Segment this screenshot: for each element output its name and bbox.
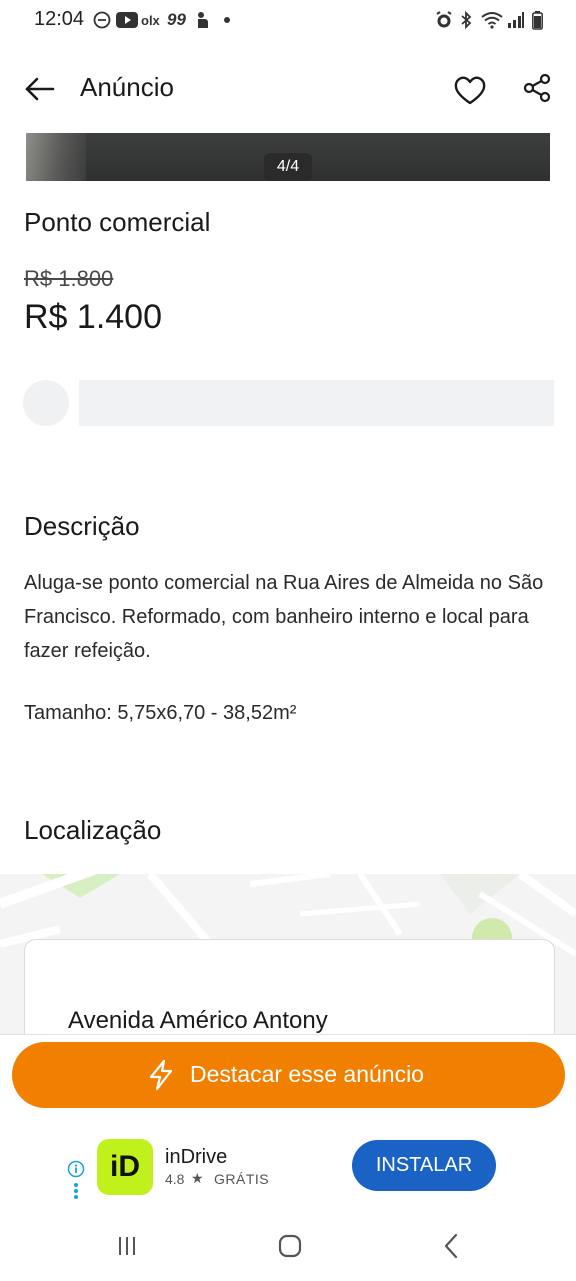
- app-icon-letters: iD: [110, 1150, 140, 1183]
- location-heading: Localização: [24, 815, 162, 845]
- description-size: Tamanho: 5,75x6,70 - 38,52m²: [24, 702, 297, 724]
- photo-wall-detail: [26, 133, 86, 181]
- signal-icon: [507, 10, 525, 30]
- description-text: Aluga-se ponto comercial na Rua Aires de…: [24, 572, 544, 662]
- share-icon[interactable]: [520, 73, 556, 109]
- touch-icon: [195, 10, 209, 30]
- heart-icon[interactable]: [452, 73, 488, 109]
- alarm-icon: [435, 10, 453, 30]
- olx-icon: olx: [141, 12, 160, 28]
- photo-counter: 4/4: [264, 153, 312, 181]
- address-text: Avenida Américo Antony: [68, 1007, 328, 1034]
- ad-price-label: GRÁTIS: [214, 1171, 270, 1187]
- listing-title: Ponto comercial: [24, 207, 211, 237]
- price: R$ 1.400: [24, 298, 162, 336]
- lightning-icon: [147, 1059, 175, 1091]
- ad-app-name: inDrive: [165, 1146, 228, 1168]
- system-nav-bar: [0, 1218, 576, 1280]
- seller-avatar-placeholder: [23, 380, 69, 426]
- battery-icon: [532, 10, 543, 30]
- seller-info-placeholder: [79, 380, 554, 426]
- bluetooth-icon: [459, 10, 473, 30]
- app-header: Anúncio: [0, 44, 576, 132]
- back-arrow-icon[interactable]: [22, 75, 58, 111]
- highlight-ad-label: Destacar esse anúncio: [190, 1061, 424, 1087]
- description-heading: Descrição: [24, 511, 140, 541]
- youtube-icon: [116, 10, 138, 30]
- star-icon: ★: [191, 1170, 204, 1186]
- install-button[interactable]: INSTALAR: [352, 1140, 496, 1191]
- app-99-icon: 99: [167, 10, 186, 29]
- status-bar: 12:04 olx 99: [0, 0, 576, 44]
- recent-apps-icon[interactable]: [112, 1232, 144, 1260]
- page-title: Anúncio: [80, 72, 174, 102]
- status-time: 12:04: [34, 8, 85, 30]
- home-icon[interactable]: [274, 1232, 306, 1260]
- indrive-app-icon[interactable]: iD: [97, 1139, 153, 1195]
- old-price: R$ 1.800: [24, 266, 114, 291]
- ad-info-icon[interactable]: [67, 1160, 85, 1178]
- ad-rating: 4.8: [165, 1171, 185, 1187]
- back-nav-icon[interactable]: [436, 1232, 468, 1260]
- do-not-disturb-icon: [93, 10, 111, 30]
- wifi-icon: [481, 10, 503, 30]
- dot-icon: [224, 10, 230, 30]
- ad-more-options-icon[interactable]: [73, 1182, 79, 1200]
